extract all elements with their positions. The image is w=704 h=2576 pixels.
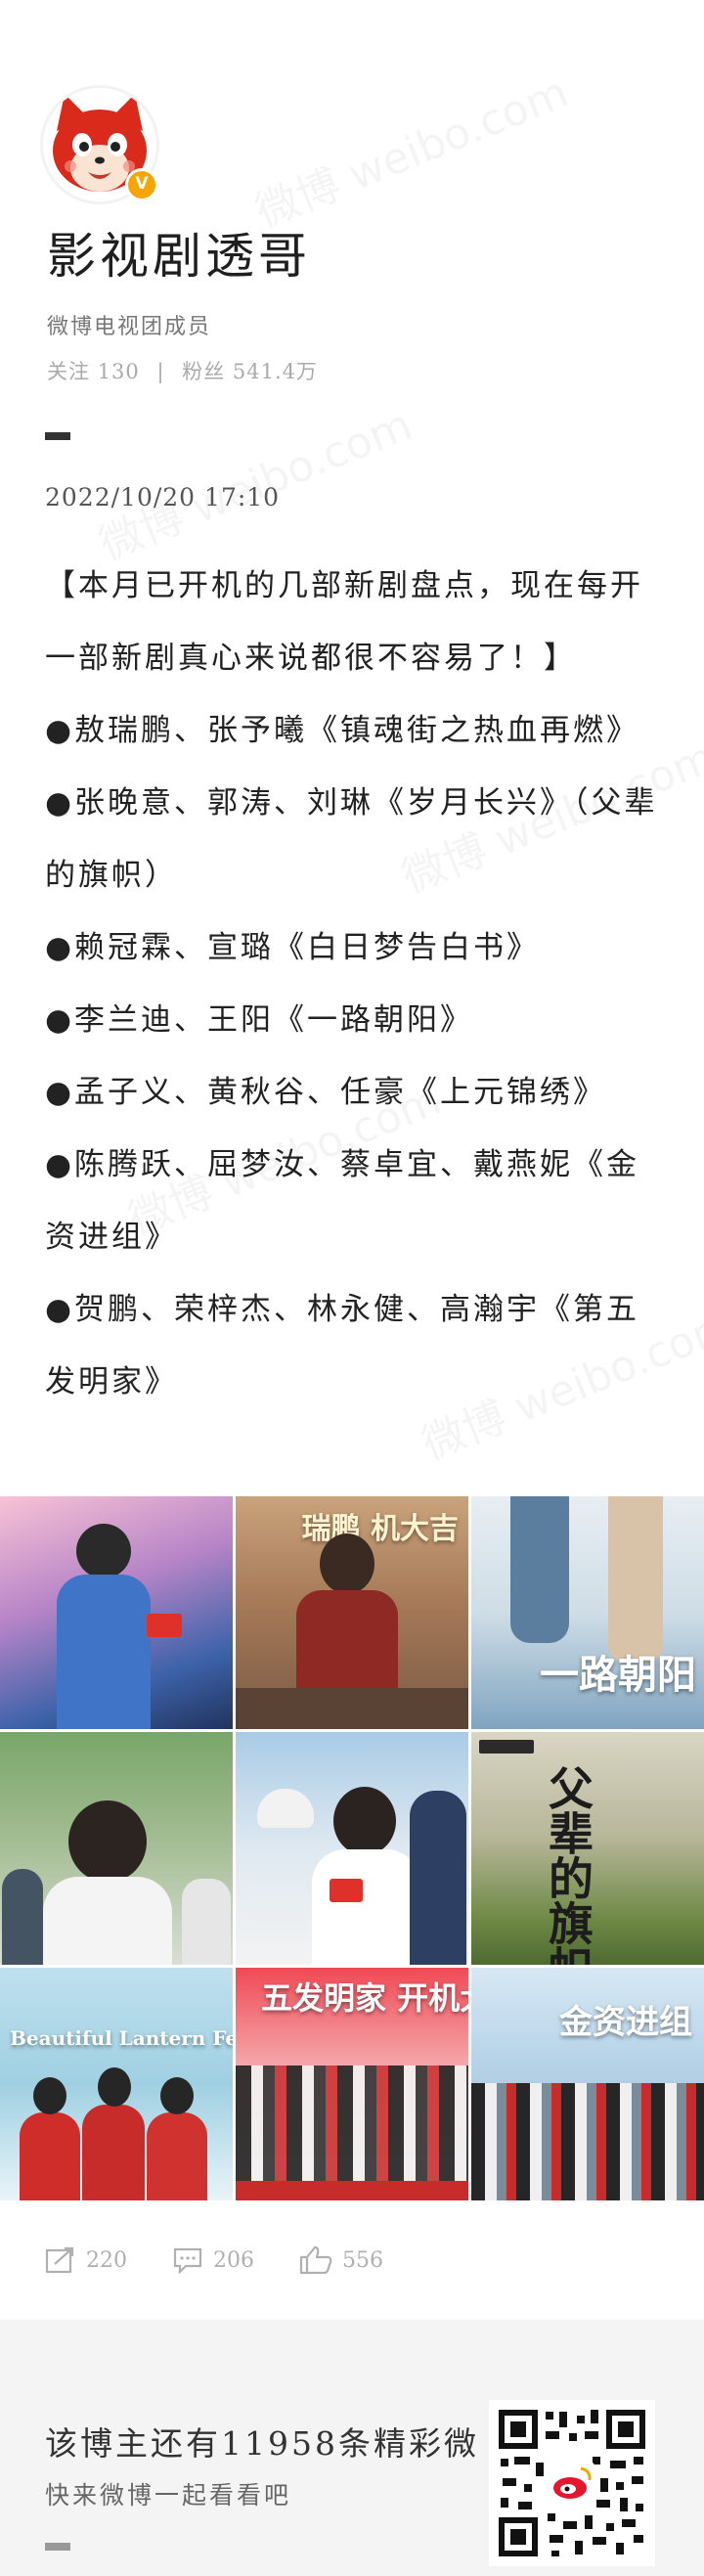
image-caption: 一路朝阳	[540, 1652, 696, 1698]
section-divider	[45, 432, 70, 440]
watermark: 微博 weibo.com	[244, 58, 576, 240]
username[interactable]: 影视剧透哥	[47, 217, 311, 288]
image-caption: 五发明家 开机大吉	[261, 1979, 468, 2017]
post-body: 【本月已开机的几部新剧盘点，现在每开一部新剧真心来说都很不容易了！】 ●敖瑞鹏、…	[45, 550, 661, 1418]
post-line: ●敖瑞鹏、张予曦《镇魂街之热血再燃》	[45, 713, 640, 748]
like-count: 556	[342, 2247, 383, 2273]
promo-headline: 该博主还有11958条精彩微	[45, 2424, 479, 2463]
post-line: ●孟子义、黄秋谷、任豪《上元锦绣》	[45, 1075, 607, 1110]
fans-count[interactable]: 541.4万	[233, 360, 318, 383]
stats-divider: |	[156, 360, 165, 383]
post-timestamp: 2022/10/20 17:10	[45, 483, 281, 511]
post-image-4[interactable]	[0, 1732, 233, 1965]
comment-count: 206	[213, 2247, 254, 2273]
image-caption: 父辈的旗帜	[542, 1765, 594, 1965]
post-image-1[interactable]	[0, 1496, 233, 1729]
repost-count: 220	[86, 2247, 127, 2273]
post-image-6[interactable]: 父辈的旗帜	[471, 1732, 704, 1965]
image-caption: 金资进组	[559, 2003, 692, 2042]
post-image-5[interactable]	[236, 1732, 468, 1965]
action-bar: 220 206 556	[45, 2245, 383, 2275]
post-image-3[interactable]: 一路朝阳	[471, 1496, 704, 1729]
follow-stats: 关注 130 | 粉丝 541.4万	[47, 356, 318, 385]
post-line: ●陈腾跃、屈梦汝、蔡卓宜、戴燕妮《金资进组》	[45, 1147, 640, 1255]
post-line: ●贺鹏、荣梓杰、林永健、高瀚宇《第五发明家》	[45, 1292, 640, 1399]
image-caption: 瑞鹏 机大吉	[301, 1512, 459, 1546]
watermark: 微博 weibo.com	[88, 390, 419, 572]
comment-icon	[173, 2247, 202, 2274]
thumbs-up-icon	[299, 2245, 332, 2275]
image-caption: Beautiful Lantern Festival	[10, 2026, 233, 2050]
qr-code-icon	[495, 2406, 649, 2560]
verified-badge-icon: V	[125, 168, 158, 201]
post-line: ●李兰迪、王阳《一路朝阳》	[45, 1002, 474, 1038]
post-line: 【本月已开机的几部新剧盘点，现在每开一部新剧真心来说都很不容易了！】	[45, 568, 643, 676]
weibo-post-card: 微博 weibo.com 微博 weibo.com 微博 weibo.com 微…	[0, 0, 704, 2320]
footer-divider	[45, 2543, 70, 2551]
qr-code[interactable]	[489, 2400, 655, 2566]
post-image-7[interactable]: Beautiful Lantern Festival	[0, 1968, 233, 2200]
post-line: ●赖冠霖、宣璐《白日梦告白书》	[45, 930, 541, 965]
repost-button[interactable]: 220	[45, 2246, 127, 2274]
post-line: ●张晚意、郭涛、刘琳《岁月长兴》（父辈的旗帜）	[45, 785, 658, 893]
promo-subtitle: 快来微博一起看看吧	[45, 2481, 292, 2509]
repost-icon	[45, 2246, 74, 2274]
follow-count[interactable]: 130	[98, 360, 140, 383]
post-image-8[interactable]: 五发明家 开机大吉	[236, 1968, 468, 2200]
comment-button[interactable]: 206	[172, 2246, 254, 2274]
fans-label: 粉丝	[182, 360, 226, 383]
like-button[interactable]: 556	[299, 2245, 383, 2275]
image-grid: 瑞鹏 机大吉 一路朝阳 父辈的旗帜 Beautiful Lantern Fe 五…	[0, 1496, 704, 2200]
follow-label: 关注	[47, 360, 90, 383]
post-image-9[interactable]: 金资进组	[471, 1968, 704, 2200]
promo-footer: 该博主还有11958条精彩微 快来微博一起看看吧	[0, 2320, 704, 2576]
post-image-2[interactable]: 瑞鹏 机大吉	[236, 1496, 468, 1729]
user-group-label: 微博电视团成员	[47, 315, 212, 339]
